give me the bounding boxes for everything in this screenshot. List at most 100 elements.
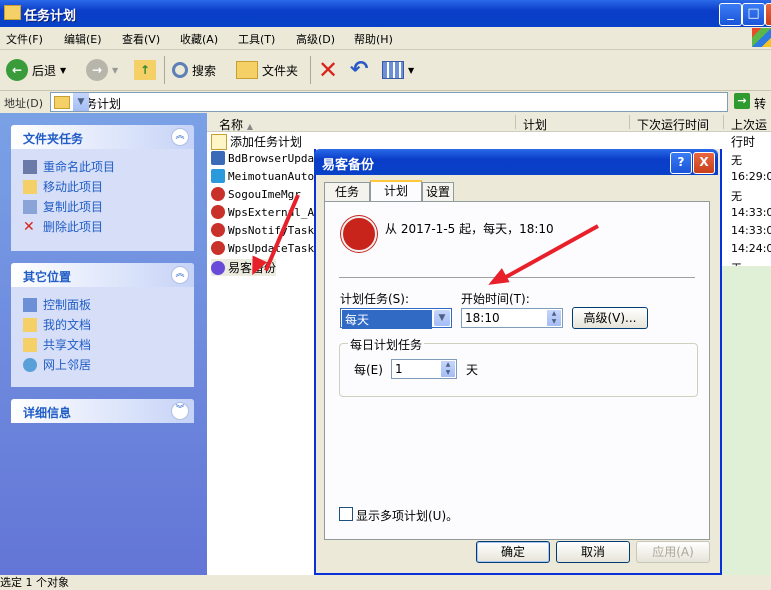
undo-button[interactable]: ↶ (350, 56, 368, 84)
list-item[interactable]: BdBrowserUpdat (211, 151, 321, 165)
list-item[interactable]: WpsNotifyTask_ (211, 223, 321, 237)
expand-down-icon[interactable]: ︾ (171, 402, 189, 420)
rename-icon (23, 159, 37, 174)
panel-header[interactable]: 其它位置 ︽ (11, 263, 194, 287)
dialog-close-button[interactable]: X (693, 152, 715, 174)
folder-tasks-panel: 文件夹任务 ︽ 重命名此项目 移动此项目 复制此项目 ✕ 删除此项目 (11, 125, 194, 251)
menu-tools[interactable]: 工具(T) (238, 31, 275, 47)
chevron-down-icon: ▼ (60, 65, 67, 75)
tab-task[interactable]: 任务 (324, 182, 370, 201)
spin-arrows-icon[interactable]: ▲ ▼ (547, 310, 561, 326)
schedule-summary: 从 2017-1-5 起，每天，18:10 (385, 222, 554, 236)
menu-bar: 文件(F) 编辑(E) 查看(V) 收藏(A) 工具(T) 高级(D) 帮助(H… (0, 27, 771, 50)
folder-icon (54, 96, 70, 109)
column-divider[interactable] (723, 115, 724, 129)
list-item[interactable]: SogouImeMgr (211, 187, 301, 201)
start-time-field[interactable]: 18:10 ▲ ▼ (461, 308, 563, 328)
network-places-link[interactable]: 网上邻居 (23, 356, 91, 373)
task-icon (211, 187, 225, 201)
views-button[interactable]: ▼ (382, 56, 414, 84)
schedule-clock-icon (341, 216, 377, 252)
panel-title: 其它位置 (23, 270, 72, 284)
last-run-value: 无 (731, 190, 742, 203)
list-item[interactable]: WpsUpdateTask_ (211, 241, 321, 255)
column-last-run[interactable]: 上次运行时 (731, 116, 771, 150)
menu-help[interactable]: 帮助(H) (354, 31, 393, 47)
search-button[interactable]: 搜索 (172, 56, 216, 84)
schedule-type-label: 计划任务(S): (340, 292, 410, 306)
column-divider[interactable] (515, 115, 516, 129)
panel-header[interactable]: 文件夹任务 ︽ (11, 125, 194, 149)
every-days-field[interactable]: 1 ▲ ▼ (391, 359, 457, 379)
task-pane: 文件夹任务 ︽ 重命名此项目 移动此项目 复制此项目 ✕ 删除此项目 其它位置 ︽… (0, 113, 207, 575)
collapse-up-icon[interactable]: ︽ (171, 266, 189, 284)
column-divider[interactable] (629, 115, 630, 129)
cancel-button[interactable]: 取消 (556, 541, 630, 563)
forward-button[interactable]: → ▼ (86, 56, 118, 84)
rename-item-link[interactable]: 重命名此项目 (23, 158, 115, 175)
move-item-link[interactable]: 移动此项目 (23, 178, 103, 195)
chevron-down-icon: ▼ (408, 65, 415, 75)
list-item[interactable]: WpsExternal_Ad (211, 205, 321, 219)
collapse-up-icon[interactable]: ︽ (171, 128, 189, 146)
every-days-value: 1 (395, 362, 403, 376)
control-panel-icon (23, 297, 37, 312)
address-dropdown-button[interactable]: ▼ (73, 93, 89, 111)
advanced-button[interactable]: 高级(V)... (572, 307, 648, 329)
menu-favorites[interactable]: 收藏(A) (180, 31, 218, 47)
show-multiple-checkbox[interactable] (339, 507, 353, 521)
back-arrow-icon: ← (6, 59, 28, 81)
close-button[interactable]: × (765, 3, 771, 26)
chevron-down-icon[interactable]: ▼ (434, 310, 450, 326)
dialog-titlebar: 易客备份 ? X (314, 149, 718, 175)
folders-button[interactable]: 文件夹 (236, 56, 298, 84)
menu-file[interactable]: 文件(F) (6, 31, 43, 47)
other-places-panel: 其它位置 ︽ 控制面板 我的文档 共享文档 网上邻居 (11, 263, 194, 387)
address-bar: 地址(D) 任务计划 ▼ → 转到 (0, 91, 771, 128)
apply-button[interactable]: 应用(A) (636, 541, 710, 563)
go-arrow-icon[interactable]: → (734, 93, 750, 109)
column-schedule[interactable]: 计划 (523, 116, 547, 133)
maximize-button[interactable]: □ (742, 3, 765, 26)
folder-icon (4, 5, 21, 20)
tab-settings[interactable]: 设置 (422, 182, 454, 201)
task-properties-dialog: 易客备份 ? X 任务 计划 设置 从 2017-1-5 起，每天，18:10 … (314, 149, 722, 575)
details-panel: 详细信息 ︾ (11, 399, 194, 423)
schedule-type-select[interactable]: 每天 ▼ (340, 308, 452, 329)
menu-advanced[interactable]: 高级(D) (296, 31, 335, 47)
search-icon (172, 62, 188, 78)
delete-item-link[interactable]: ✕ 删除此项目 (23, 218, 103, 235)
tab-schedule[interactable]: 计划 (370, 180, 422, 203)
task-icon (211, 169, 225, 183)
delete-button[interactable]: ✕ (318, 56, 338, 84)
shared-documents-link[interactable]: 共享文档 (23, 336, 91, 353)
list-item[interactable]: 添加任务计划 (211, 133, 302, 150)
my-documents-link[interactable]: 我的文档 (23, 316, 91, 333)
column-next-run[interactable]: 下次运行时间 (637, 116, 709, 133)
menu-edit[interactable]: 编辑(E) (64, 31, 102, 47)
up-folder-button[interactable]: ↑ (134, 56, 156, 84)
spin-arrows-icon[interactable]: ▲ ▼ (441, 361, 455, 377)
copy-item-link[interactable]: 复制此项目 (23, 198, 103, 215)
list-item[interactable]: MeimotuanAutoU (211, 169, 321, 183)
last-run-value: 16:29:0 (731, 170, 771, 183)
last-run-value: 无 (731, 154, 742, 167)
column-name[interactable]: 名称 ▲ (219, 116, 253, 133)
chevron-down-icon: ▼ (112, 65, 119, 75)
control-panel-link[interactable]: 控制面板 (23, 296, 91, 313)
last-run-value: 14:24:0 (731, 242, 771, 255)
address-input[interactable]: 任务计划 ▼ (50, 92, 728, 112)
sort-up-icon: ▲ (246, 122, 253, 131)
back-button[interactable]: ← 后退 ▼ (6, 56, 66, 84)
menu-view[interactable]: 查看(V) (122, 31, 160, 47)
help-button[interactable]: ? (670, 152, 692, 174)
background-region (714, 266, 771, 575)
backup-task-icon (211, 260, 225, 275)
task-icon (211, 151, 225, 165)
dialog-title: 易客备份 (322, 158, 375, 173)
panel-header[interactable]: 详细信息 ︾ (11, 399, 194, 423)
ok-button[interactable]: 确定 (476, 541, 550, 563)
divider (339, 277, 695, 278)
toolbar-separator (164, 56, 165, 84)
minimize-button[interactable]: _ (719, 3, 742, 26)
